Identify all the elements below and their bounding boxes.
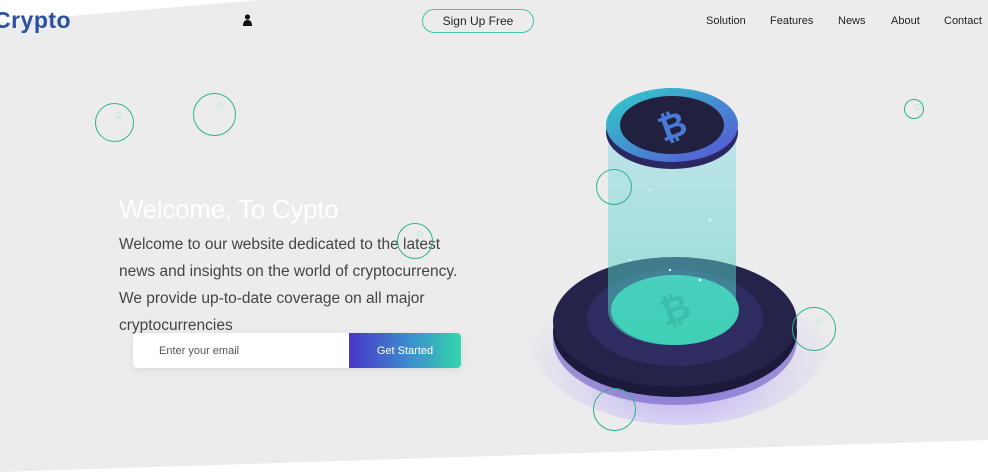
nav-item-solution[interactable]: Solution — [706, 15, 746, 27]
decorative-ring — [596, 169, 632, 205]
sign-up-button[interactable]: Sign Up Free — [422, 9, 534, 33]
email-signup-form: Get Started — [133, 333, 461, 368]
hero-title: Welcome, To Cypto — [119, 194, 339, 224]
footer-background-shape — [0, 440, 988, 473]
get-started-button[interactable]: Get Started — [349, 333, 461, 368]
decorative-ring — [593, 388, 636, 431]
user-icon[interactable] — [243, 14, 252, 26]
logo[interactable]: Crypto — [0, 7, 71, 34]
bitcoin-platform-illustration: ₿ ₿ — [530, 88, 830, 425]
nav-item-features[interactable]: Features — [770, 15, 813, 27]
decorative-ring — [193, 93, 236, 136]
nav-item-contact[interactable]: Contact — [944, 15, 982, 27]
decorative-ring — [397, 223, 433, 259]
nav-item-about[interactable]: About — [891, 15, 920, 27]
decorative-ring — [95, 103, 134, 142]
email-input[interactable] — [133, 333, 349, 368]
nav-item-news[interactable]: News — [838, 15, 866, 27]
decorative-ring — [904, 99, 924, 119]
decorative-ring — [792, 307, 836, 351]
